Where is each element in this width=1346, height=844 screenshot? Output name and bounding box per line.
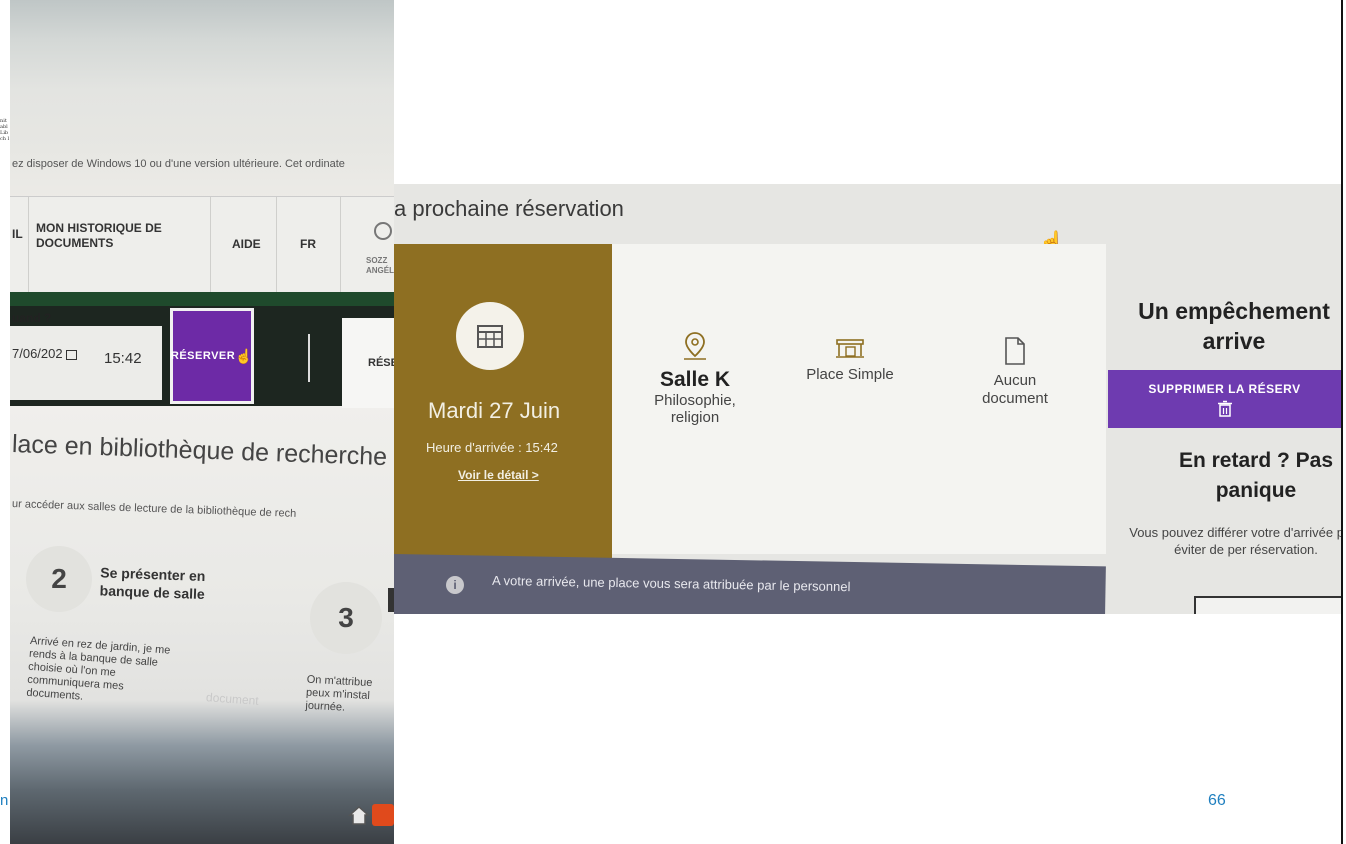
- nav-item-history[interactable]: MON HISTORIQUE DE DOCUMENTS: [36, 221, 186, 251]
- step-number: 3: [310, 582, 382, 654]
- reservation-heading: a prochaine réservation: [394, 196, 624, 221]
- postpone-button[interactable]: [1194, 596, 1341, 614]
- top-nav: IL MON HISTORIQUE DE DOCUMENTS AIDE FR: [10, 196, 394, 293]
- nav-divider: [28, 197, 29, 293]
- reserve-label: RÉSERVER: [170, 350, 236, 362]
- slide-border: [1341, 0, 1343, 844]
- room-subtitle: Philosophie, religion: [654, 392, 736, 426]
- step-text: Arrivé en rez de jardin, je me rends à l…: [25, 634, 171, 703]
- pointer-cursor-icon: ☝: [235, 347, 254, 364]
- trash-icon: [1217, 400, 1232, 417]
- delete-label: SUPPRIMER LA RÉSERV: [1148, 382, 1301, 396]
- step-title: Se présenter en banque de salle: [99, 564, 206, 603]
- nav-item-il[interactable]: IL: [12, 227, 23, 242]
- home-icon[interactable]: [348, 804, 370, 826]
- delete-reservation-button[interactable]: SUPPRIMER LA RÉSERV: [1108, 370, 1341, 428]
- room-name: Salle K: [659, 368, 731, 391]
- tiny-cut-text: nit abl Lib ch l: [0, 118, 9, 142]
- arrival-time: Heure d'arrivée : 15:42: [426, 440, 558, 455]
- user-name: SOZZ ANGÉL: [366, 256, 394, 275]
- document-icon: [1005, 337, 1025, 365]
- time-input[interactable]: 15:42: [104, 350, 142, 367]
- place-column: Place Simple: [790, 334, 910, 384]
- windows-notice: ez disposer de Windows 10 ou d'une versi…: [12, 158, 345, 170]
- left-screen-photo: ez disposer de Windows 10 ou d'une versi…: [10, 0, 394, 844]
- tiny-text-line: ch l: [0, 136, 10, 142]
- when-label: uand ?: [12, 311, 52, 325]
- step-number: 2: [26, 546, 92, 612]
- date-input[interactable]: 7/06/202: [12, 346, 78, 361]
- side-title: Un empêchement arrive: [1138, 298, 1330, 354]
- nav-item-help[interactable]: AIDE: [232, 237, 261, 252]
- bar-divider: [308, 334, 310, 382]
- page-number: 66: [1208, 792, 1226, 809]
- section-heading: lace en bibliothèque de recherche (rez d: [11, 430, 394, 474]
- desk-icon: [836, 339, 864, 358]
- section-intro: ur accéder aux salles de lecture de la b…: [11, 498, 297, 520]
- reservation-date: Mardi 27 Juin: [428, 398, 561, 423]
- nav-divider: [340, 197, 341, 293]
- location-pin-icon: [684, 332, 706, 360]
- user-icon[interactable]: [374, 222, 392, 240]
- date-value: 7/06/202: [12, 346, 63, 361]
- late-title: En retard ? Pas panique: [1178, 449, 1334, 502]
- nav-divider: [276, 197, 277, 293]
- footer-fragment: n: [0, 792, 9, 809]
- calendar-icon: [456, 302, 524, 370]
- step-text: On m'attribue peux m'instal journée.: [305, 673, 373, 714]
- nav-divider: [210, 197, 211, 293]
- calendar-icon: [66, 349, 78, 360]
- late-text: Vous pouvez différer votre d'arrivée pou…: [1129, 525, 1341, 557]
- reserve-button[interactable]: RÉSERVER ☝: [170, 308, 254, 404]
- right-screen-photo: a prochaine réservation ☝ Mardi 27 Juin …: [394, 184, 1341, 614]
- documents-column: Aucun document: [968, 336, 1062, 408]
- green-band: [10, 292, 394, 306]
- detail-link[interactable]: Voir le détail >: [458, 468, 539, 482]
- ghost-document-label: document: [205, 690, 260, 708]
- info-icon: i: [446, 576, 464, 594]
- nav-item-lang[interactable]: FR: [300, 237, 316, 252]
- documents-value: Aucun document: [982, 372, 1048, 407]
- app-icon[interactable]: [372, 804, 394, 826]
- room-column: Salle K Philosophie, religion: [630, 330, 760, 426]
- reserve-button-2[interactable]: RÉSE: [342, 318, 394, 408]
- place-type: Place Simple: [806, 366, 894, 383]
